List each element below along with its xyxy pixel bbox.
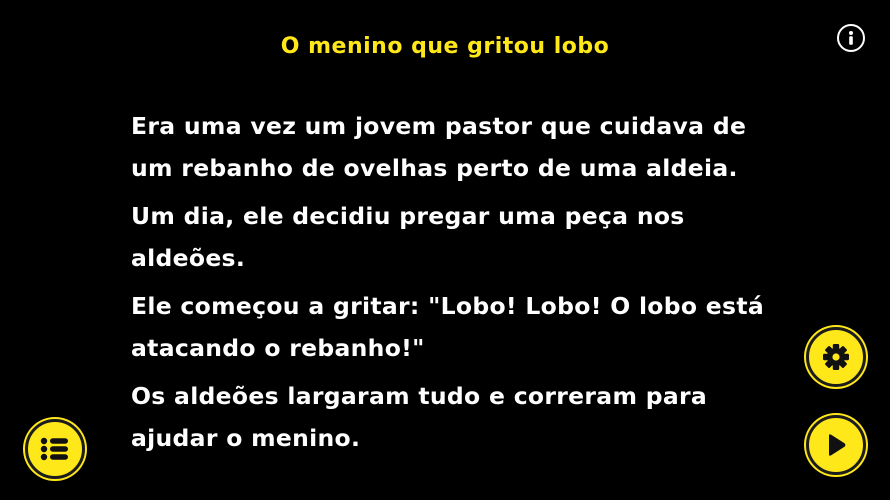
settings-button[interactable] [806, 327, 866, 387]
list-icon [40, 437, 68, 461]
gear-icon [823, 344, 849, 370]
story-paragraph: Um dia, ele decidiu pregar uma peça nos … [131, 202, 685, 272]
story-paragraph: Os aldeões largaram tudo e correram para… [131, 382, 708, 452]
story-text: Era uma vez um jovem pastor que cuidava … [131, 105, 781, 500]
play-icon [829, 434, 846, 456]
story-paragraph: Era uma vez um jovem pastor que cuidava … [131, 112, 747, 182]
info-icon [849, 31, 853, 45]
info-button[interactable] [837, 24, 865, 52]
page-title: O menino que gritou lobo [280, 34, 610, 59]
menu-button[interactable] [25, 419, 85, 479]
play-button[interactable] [806, 415, 866, 475]
story-paragraph: Ele começou a gritar: "Lobo! Lobo! O lob… [131, 292, 765, 362]
